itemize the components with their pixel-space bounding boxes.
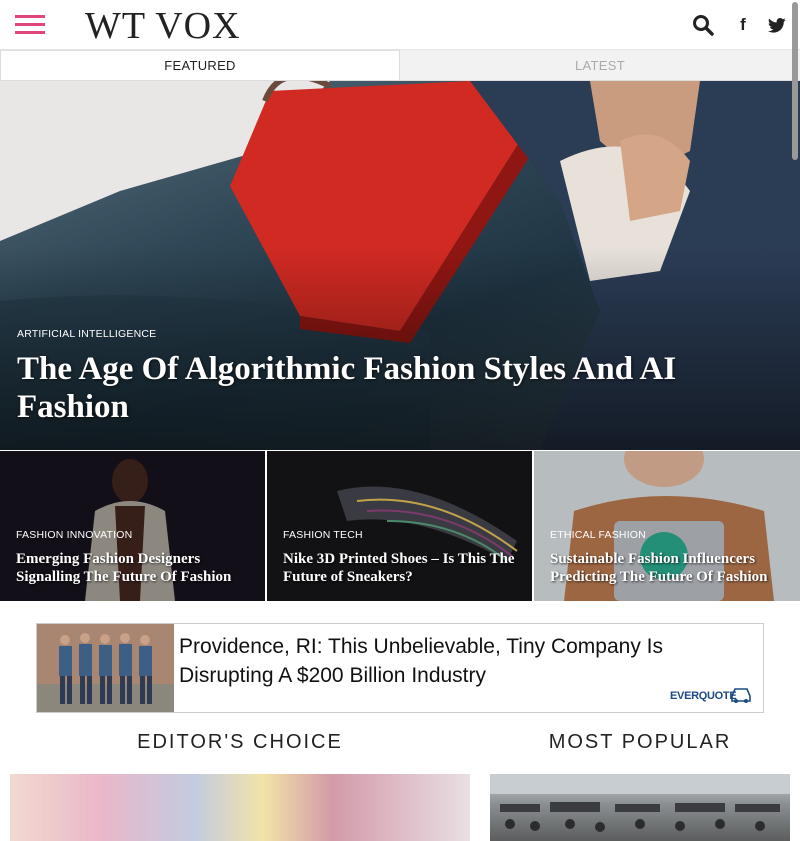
car-icon — [731, 688, 751, 703]
hero-text: ARTIFICIAL INTELLIGENCE The Age Of Algor… — [17, 328, 740, 426]
site-logo[interactable]: WT VOX — [85, 4, 241, 48]
hamburger-menu-icon[interactable] — [15, 15, 45, 35]
article-card[interactable]: ETHICAL FASHION Sustainable Fashion Infl… — [534, 451, 800, 601]
ad-image — [37, 624, 174, 712]
article-title[interactable]: Nike 3D Printed Shoes – Is This The Futu… — [283, 550, 522, 586]
hero-category[interactable]: ARTIFICIAL INTELLIGENCE — [17, 328, 740, 340]
hero-article[interactable]: ARTIFICIAL INTELLIGENCE The Age Of Algor… — [0, 81, 800, 450]
most-popular-image[interactable] — [490, 774, 790, 841]
tab-latest[interactable]: LATEST — [400, 50, 800, 81]
search-icon[interactable] — [690, 12, 716, 38]
advertisement-banner[interactable]: Providence, RI: This Unbelievable, Tiny … — [36, 623, 764, 713]
twitter-icon[interactable] — [767, 12, 787, 38]
article-text: FASHION INNOVATION Emerging Fashion Desi… — [16, 529, 255, 586]
facebook-icon[interactable]: f — [735, 12, 751, 38]
article-title[interactable]: Sustainable Fashion Influencers Predicti… — [550, 550, 790, 586]
site-header: WT VOX f — [0, 0, 800, 50]
article-text: FASHION TECH Nike 3D Printed Shoes – Is … — [283, 529, 522, 586]
most-popular-heading: MOST POPULAR — [548, 731, 732, 753]
scrollbar-thumb[interactable] — [792, 2, 798, 160]
editors-choice-heading: EDITOR'S CHOICE — [137, 731, 343, 753]
article-category[interactable]: FASHION INNOVATION — [16, 529, 255, 541]
article-tabs: FEATURED LATEST — [0, 50, 800, 81]
tab-featured[interactable]: FEATURED — [0, 50, 400, 81]
page-scrollbar[interactable] — [792, 0, 800, 841]
article-title[interactable]: Emerging Fashion Designers Signalling Th… — [16, 550, 255, 586]
article-card[interactable]: FASHION INNOVATION Emerging Fashion Desi… — [0, 451, 265, 601]
ad-headline[interactable]: Providence, RI: This Unbelievable, Tiny … — [179, 632, 749, 690]
editors-choice-image[interactable] — [10, 774, 470, 841]
article-category[interactable]: ETHICAL FASHION — [550, 529, 790, 541]
ad-brand-logo[interactable]: EVERQUOTE — [670, 690, 737, 702]
hero-title[interactable]: The Age Of Algorithmic Fashion Styles An… — [17, 350, 740, 426]
article-card[interactable]: FASHION TECH Nike 3D Printed Shoes – Is … — [267, 451, 532, 601]
article-category[interactable]: FASHION TECH — [283, 529, 522, 541]
article-text: ETHICAL FASHION Sustainable Fashion Infl… — [550, 529, 790, 586]
